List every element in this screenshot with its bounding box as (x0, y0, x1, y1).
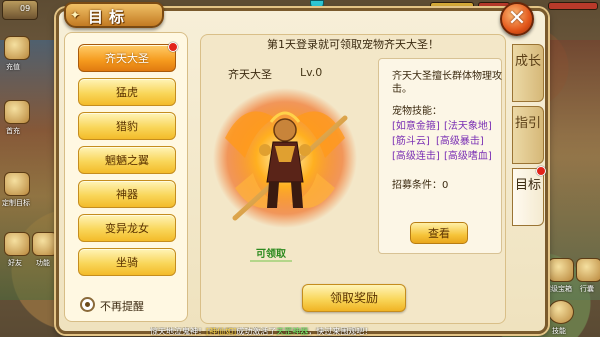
broadcast-suffix: ，快过来围观吧！ (308, 327, 373, 336)
recruit-condition: 招募条件：0 (392, 180, 449, 191)
player-level: 09 (20, 4, 31, 13)
list-item-wangliang-wing[interactable]: 魍魉之翼 (78, 146, 176, 174)
list-item-zuoqi[interactable]: 坐骑 (78, 248, 176, 276)
list-item-liebao[interactable]: 猎豹 (78, 112, 176, 140)
tab-label: 成长 (514, 54, 541, 69)
no-remind-label: 不再提醒 (100, 300, 144, 313)
notification-badge-icon (168, 42, 178, 52)
side-hud-label: 首充 (6, 127, 20, 135)
super-chest-icon[interactable] (548, 258, 574, 282)
star-icon: ✦ (70, 8, 87, 22)
list-item-label: 猎豹 (116, 120, 138, 133)
skill-link[interactable]: [如意金箍] (392, 117, 440, 132)
reward-list (64, 32, 188, 322)
broadcast-item[interactable]: 天罡神器 (276, 327, 308, 336)
skill-link[interactable]: [高级暴击] (436, 132, 484, 147)
tab-label: 指引 (514, 116, 541, 131)
tab-target[interactable]: 目标 (512, 168, 544, 226)
close-button[interactable]: ✕ (500, 2, 534, 36)
claim-reward-button[interactable]: 领取奖励 (302, 284, 406, 312)
side-hud-label: 充值 (6, 63, 20, 71)
skill-link[interactable]: [高级嗜血] (444, 147, 492, 162)
tab-label: 目标 (514, 178, 541, 193)
claimable-status: 可领取 (250, 245, 292, 262)
notification-badge-icon (536, 166, 546, 176)
tab-growth[interactable]: 成长 (512, 44, 544, 102)
pet-artwork (213, 88, 357, 228)
system-broadcast: 惊天地泣鬼神！[神仙如]成功激活了天罡神器，快过来围观吧！ (150, 327, 490, 337)
broadcast-prefix: 惊天地泣鬼神！ (150, 327, 206, 336)
radio-icon[interactable] (80, 297, 95, 312)
side-hud-label: 技能 (552, 327, 566, 335)
skill-icon[interactable] (548, 300, 574, 324)
tab-guide[interactable]: 指引 (512, 106, 544, 164)
close-icon: ✕ (507, 6, 527, 31)
hp-bar (548, 2, 598, 10)
list-item-label: 魍魉之翼 (105, 154, 149, 167)
list-item-label: 猛虎 (116, 86, 138, 99)
no-remind-toggle[interactable]: 不再提醒 (80, 297, 180, 313)
side-hud-label: 定制目标 (2, 199, 30, 207)
list-item-label: 神器 (116, 188, 138, 201)
recharge-icon[interactable] (4, 36, 30, 60)
skill-link[interactable]: [筋斗云] (392, 132, 430, 147)
claim-reward-label: 领取奖励 (329, 291, 378, 305)
friends-icon[interactable] (4, 232, 30, 256)
skills-title: 宠物技能： (392, 106, 442, 117)
side-hud-label: 超级宝箱 (544, 285, 572, 293)
panel-title: 目标 (88, 8, 131, 26)
custom-target-icon[interactable] (4, 172, 30, 196)
list-item-shenqi[interactable]: 神器 (78, 180, 176, 208)
list-item-label: 坐骑 (116, 256, 138, 269)
list-item-bianyi-longnv[interactable]: 变异龙女 (78, 214, 176, 242)
list-item-qitian-dasheng[interactable]: 齐天大圣 (78, 44, 176, 72)
list-item-menghu[interactable]: 猛虎 (78, 78, 176, 106)
side-hud-label: 好友 (8, 259, 22, 267)
panel-title-tab: ✦ 目标 (64, 2, 164, 28)
pet-description: 齐天大圣擅长群体物理攻击。 (392, 71, 502, 95)
function-icon[interactable] (32, 232, 58, 256)
first-recharge-icon[interactable] (4, 100, 30, 124)
list-item-label: 齐天大圣 (105, 52, 149, 65)
list-item-label: 变异龙女 (105, 222, 149, 235)
view-button-label: 查看 (428, 227, 450, 240)
skill-link[interactable]: [法天象地] (444, 117, 492, 132)
broadcast-player[interactable]: [神仙如] (206, 327, 236, 336)
reward-headline: 第1天登录就可领取宠物齐天大圣！ (267, 38, 439, 51)
side-hud-label: 行囊 (580, 285, 594, 293)
side-hud-label: 功能 (36, 259, 50, 267)
skill-link[interactable]: [高级连击] (392, 147, 440, 162)
broadcast-middle: 成功激活了 (236, 327, 277, 336)
view-button[interactable]: 查看 (410, 222, 468, 244)
bag-icon[interactable] (576, 258, 600, 282)
